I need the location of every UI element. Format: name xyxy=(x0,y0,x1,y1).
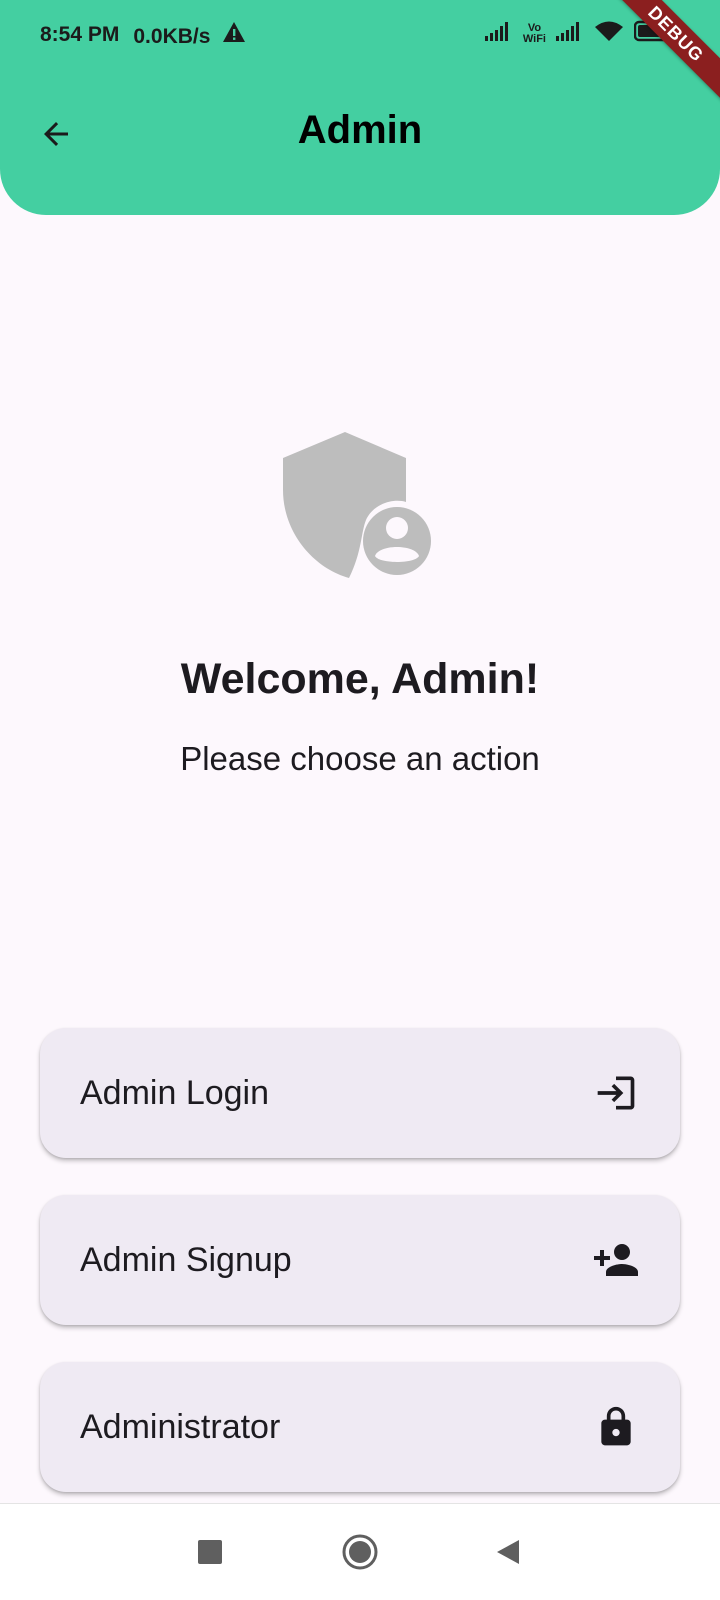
status-bar: 8:54 PM 0.0KB/s Vo WiFi xyxy=(0,0,720,70)
signal-strength-2-icon xyxy=(556,21,584,47)
status-time: 8:54 PM xyxy=(40,23,120,46)
welcome-title: Welcome, Admin! xyxy=(180,655,540,703)
square-icon xyxy=(197,1539,223,1570)
warning-icon xyxy=(222,21,246,43)
administrator-label: Administrator xyxy=(80,1407,281,1446)
lock-icon xyxy=(592,1403,640,1451)
status-network-speed: 0.0KB/s xyxy=(133,21,246,49)
home-button[interactable] xyxy=(340,1534,380,1574)
signal-strength-icon xyxy=(484,21,513,47)
recents-button[interactable] xyxy=(190,1534,230,1574)
admin-signup-button[interactable]: Admin Signup xyxy=(40,1195,680,1325)
admin-login-button[interactable]: Admin Login xyxy=(40,1028,680,1158)
nav-back-button[interactable] xyxy=(488,1534,528,1574)
circle-icon xyxy=(341,1533,379,1576)
person-add-icon xyxy=(592,1236,640,1284)
admin-signup-label: Admin Signup xyxy=(80,1240,292,1279)
triangle-back-icon xyxy=(495,1538,521,1571)
wifi-icon xyxy=(594,20,624,48)
welcome-subtitle: Please choose an action xyxy=(180,740,540,777)
admin-shield-person-icon xyxy=(283,432,435,584)
system-nav-bar xyxy=(0,1503,720,1600)
admin-login-label: Admin Login xyxy=(80,1073,270,1112)
vowifi-icon: Vo WiFi xyxy=(522,22,546,45)
administrator-button[interactable]: Administrator xyxy=(40,1362,680,1492)
login-icon xyxy=(592,1069,640,1117)
page-title: Admin xyxy=(297,108,423,152)
